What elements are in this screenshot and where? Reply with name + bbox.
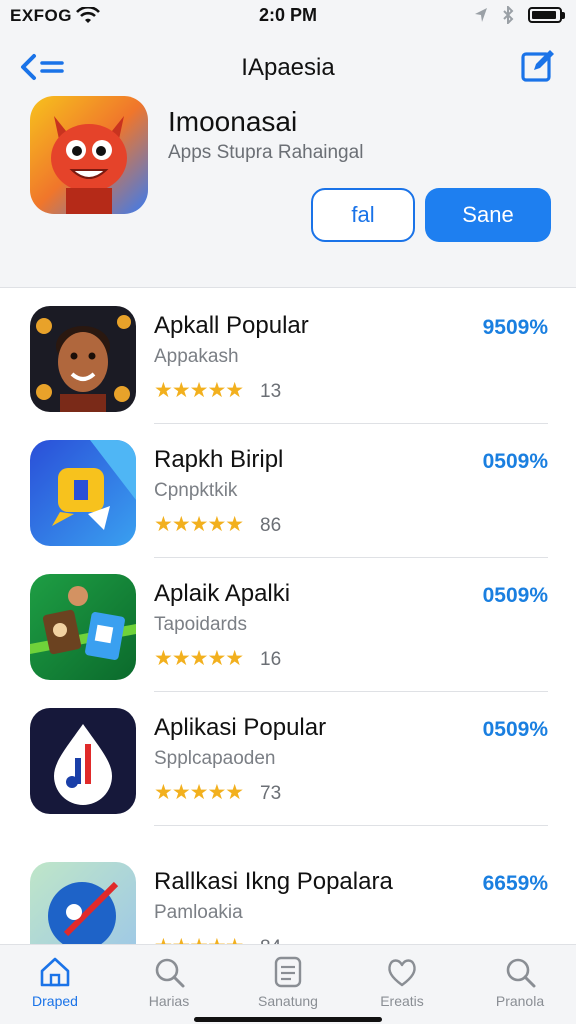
list-item[interactable]: Rapkh Biripl Cpnpktkik ★★★★★ 86 0509% — [0, 424, 576, 558]
app-icon-cards — [30, 574, 136, 680]
location-icon — [475, 8, 487, 22]
home-icon — [40, 957, 70, 987]
status-bar: EXFOG 2:0 PM — [0, 0, 576, 34]
app-percent: 6659% — [482, 872, 548, 895]
tab-label: Sanatung — [258, 993, 318, 1009]
rating-stars: ★★★★★ — [154, 647, 244, 670]
tab-label: Harias — [148, 993, 190, 1009]
tab-label: Pranola — [495, 993, 545, 1009]
app-title: Aplikasi Popular — [154, 714, 327, 741]
tab-search-secondary[interactable]: Pranola — [470, 951, 570, 1021]
app-title: Rapkh Biripl — [154, 446, 284, 473]
app-percent: 9509% — [482, 316, 548, 339]
primary-button[interactable]: Sane — [425, 188, 551, 242]
app-percent: 0509% — [482, 584, 548, 607]
app-title: Rallkasi Ikng Popalara — [154, 868, 393, 895]
app-title: Apkall Popular — [154, 312, 309, 339]
row-divider — [154, 825, 548, 826]
bluetooth-icon — [503, 6, 514, 24]
list-item[interactable]: Apkall Popular Appakash ★★★★★ 13 9509% — [0, 290, 576, 424]
app-percent: 0509% — [482, 718, 548, 741]
heart-icon — [388, 959, 416, 987]
app-icon-chat — [30, 440, 136, 546]
tab-list[interactable]: Sanatung — [238, 951, 338, 1021]
tab-home[interactable]: Draped — [5, 951, 105, 1021]
app-list: Apkall Popular Appakash ★★★★★ 13 9509% R… — [0, 290, 576, 944]
compose-icon[interactable] — [520, 48, 556, 84]
app-icon-portrait — [30, 306, 136, 412]
secondary-button[interactable]: fal — [311, 188, 415, 242]
app-title: Aplaik Apalki — [154, 580, 291, 607]
app-icon-drop — [30, 708, 136, 814]
rating-count: 13 — [260, 381, 282, 402]
rating-stars: ★★★★★ — [154, 379, 244, 402]
app-percent: 0509% — [482, 450, 548, 473]
search-icon — [506, 958, 536, 988]
status-indicators — [474, 6, 565, 24]
tab-favorites[interactable]: Ereatis — [352, 951, 452, 1021]
list-item[interactable]: Aplikasi Popular Spplcapaoden ★★★★★ 73 0… — [0, 692, 576, 826]
rating-count: 16 — [260, 649, 282, 670]
rating-stars: ★★★★★ — [154, 513, 244, 536]
app-subtitle: Spplcapaoden — [154, 748, 276, 769]
app-subtitle: Pamloakia — [154, 902, 243, 923]
home-indicator[interactable] — [194, 1017, 382, 1022]
rating-count: 86 — [260, 515, 282, 536]
page-title: IApaesia — [241, 54, 335, 81]
rating-count: 84 — [260, 937, 281, 944]
tab-label: Ereatis — [380, 993, 424, 1009]
battery-icon — [528, 7, 565, 23]
tab-label: Draped — [32, 993, 78, 1009]
rating-stars: ★★★★★ — [154, 934, 244, 944]
hero-app-icon[interactable] — [30, 96, 148, 214]
hero-app-subtitle: Apps Stupra Rahaingal — [168, 142, 364, 163]
app-header: IApaesia Imoonasai Apps Stupra Rahaingal… — [0, 34, 576, 288]
list-item[interactable]: Rallkasi Ikng Popalara Pamloakia ★★★★★ 8… — [0, 846, 576, 944]
rating-stars: ★★★★★ — [154, 781, 244, 804]
app-icon-compass — [30, 862, 136, 944]
app-subtitle: Cpnpktkik — [154, 480, 238, 501]
search-icon — [155, 958, 185, 988]
hero-app-name: Imoonasai — [168, 106, 298, 137]
list-icon — [274, 956, 302, 988]
app-subtitle: Appakash — [154, 346, 239, 367]
tab-search[interactable]: Harias — [119, 951, 219, 1021]
rating-count: 73 — [260, 783, 282, 804]
list-item[interactable]: Aplaik Apalki Tapoidards ★★★★★ 16 0509% — [0, 558, 576, 692]
tab-bar: Draped Harias Sanatung Ereatis Pranola — [0, 944, 576, 1024]
app-subtitle: Tapoidards — [154, 614, 247, 635]
